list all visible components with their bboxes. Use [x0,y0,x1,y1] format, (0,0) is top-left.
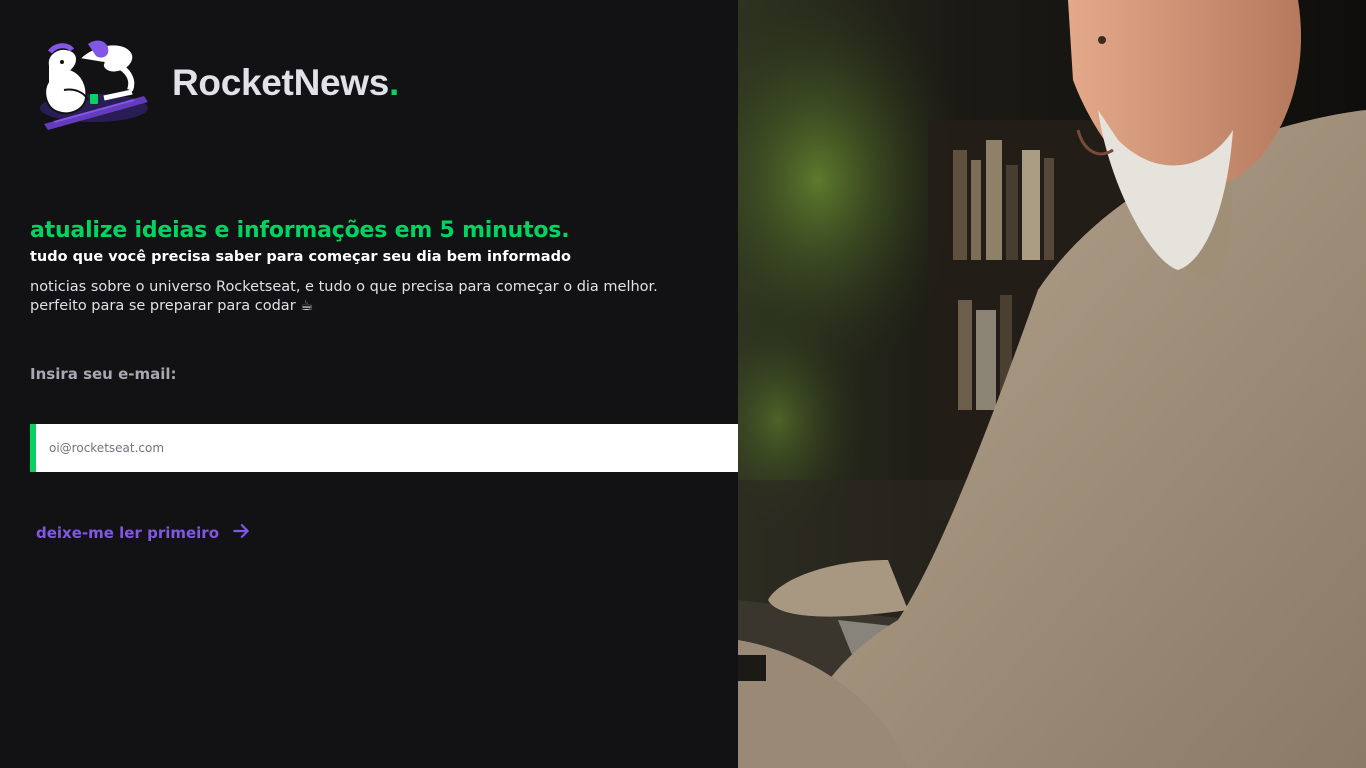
read-first-label: deixe-me ler primeiro [36,524,220,542]
email-input[interactable] [36,424,810,472]
arrow-right-icon [231,521,251,545]
read-first-link[interactable]: deixe-me ler primeiro [36,521,251,545]
email-label: Insira seu e-mail: [30,365,177,383]
brand-name: RocketNews. [172,62,399,104]
description-line-1: noticias sobre o universo Rocketseat, e … [30,279,658,295]
logo-illustration [34,36,152,132]
headline: atualize ideias e informações em 5 minut… [30,218,570,243]
hero-photo [738,0,1366,768]
description-line-2: perfeito para se preparar para codar ☕ [30,298,314,314]
left-panel: RocketNews. atualize ideias e informaçõe… [0,0,865,768]
description: noticias sobre o universo Rocketseat, e … [30,278,658,316]
brand-dot: . [389,62,400,103]
subheadline: tudo que você precisa saber para começar… [30,249,571,265]
brand-text: RocketNews [172,62,390,103]
